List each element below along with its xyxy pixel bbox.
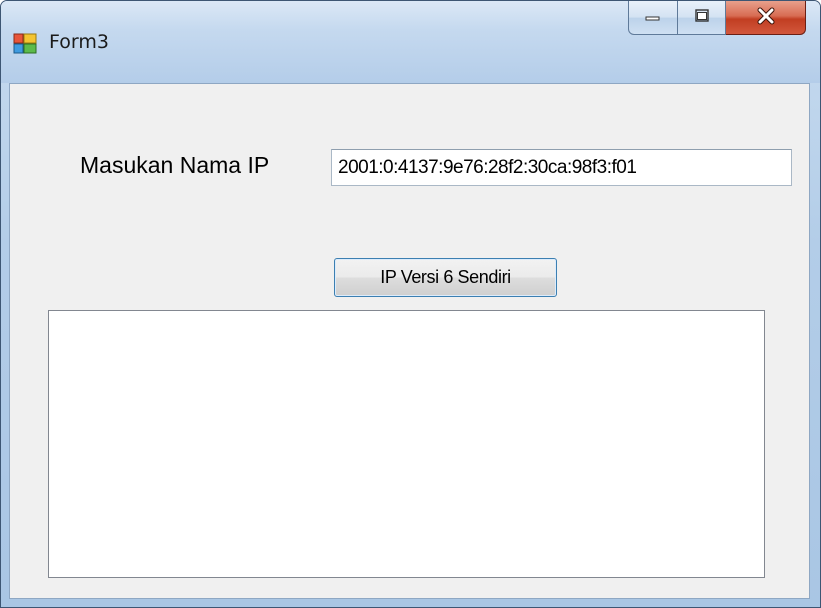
minimize-icon — [643, 8, 663, 27]
close-icon — [754, 6, 778, 30]
minimize-button[interactable] — [628, 1, 678, 35]
output-textbox[interactable] — [48, 310, 765, 578]
winforms-app-icon — [13, 31, 37, 55]
window-title: Form3 — [49, 31, 109, 53]
form-client-area: Masukan Nama IP IP Versi 6 Sendiri — [9, 83, 810, 599]
ip-name-label: Masukan Nama IP — [80, 152, 270, 178]
caption-buttons — [628, 1, 806, 41]
ip-name-input[interactable] — [331, 149, 792, 186]
close-button[interactable] — [726, 1, 806, 35]
title-bar[interactable]: Form3 — [1, 1, 820, 83]
app-window: Form3 Masukan Nama IP 2001:0:4137:9e76:2… — [0, 0, 821, 608]
maximize-icon — [692, 8, 712, 28]
ipv6-own-button[interactable]: IP Versi 6 Sendiri — [334, 258, 557, 297]
maximize-button[interactable] — [678, 1, 726, 35]
